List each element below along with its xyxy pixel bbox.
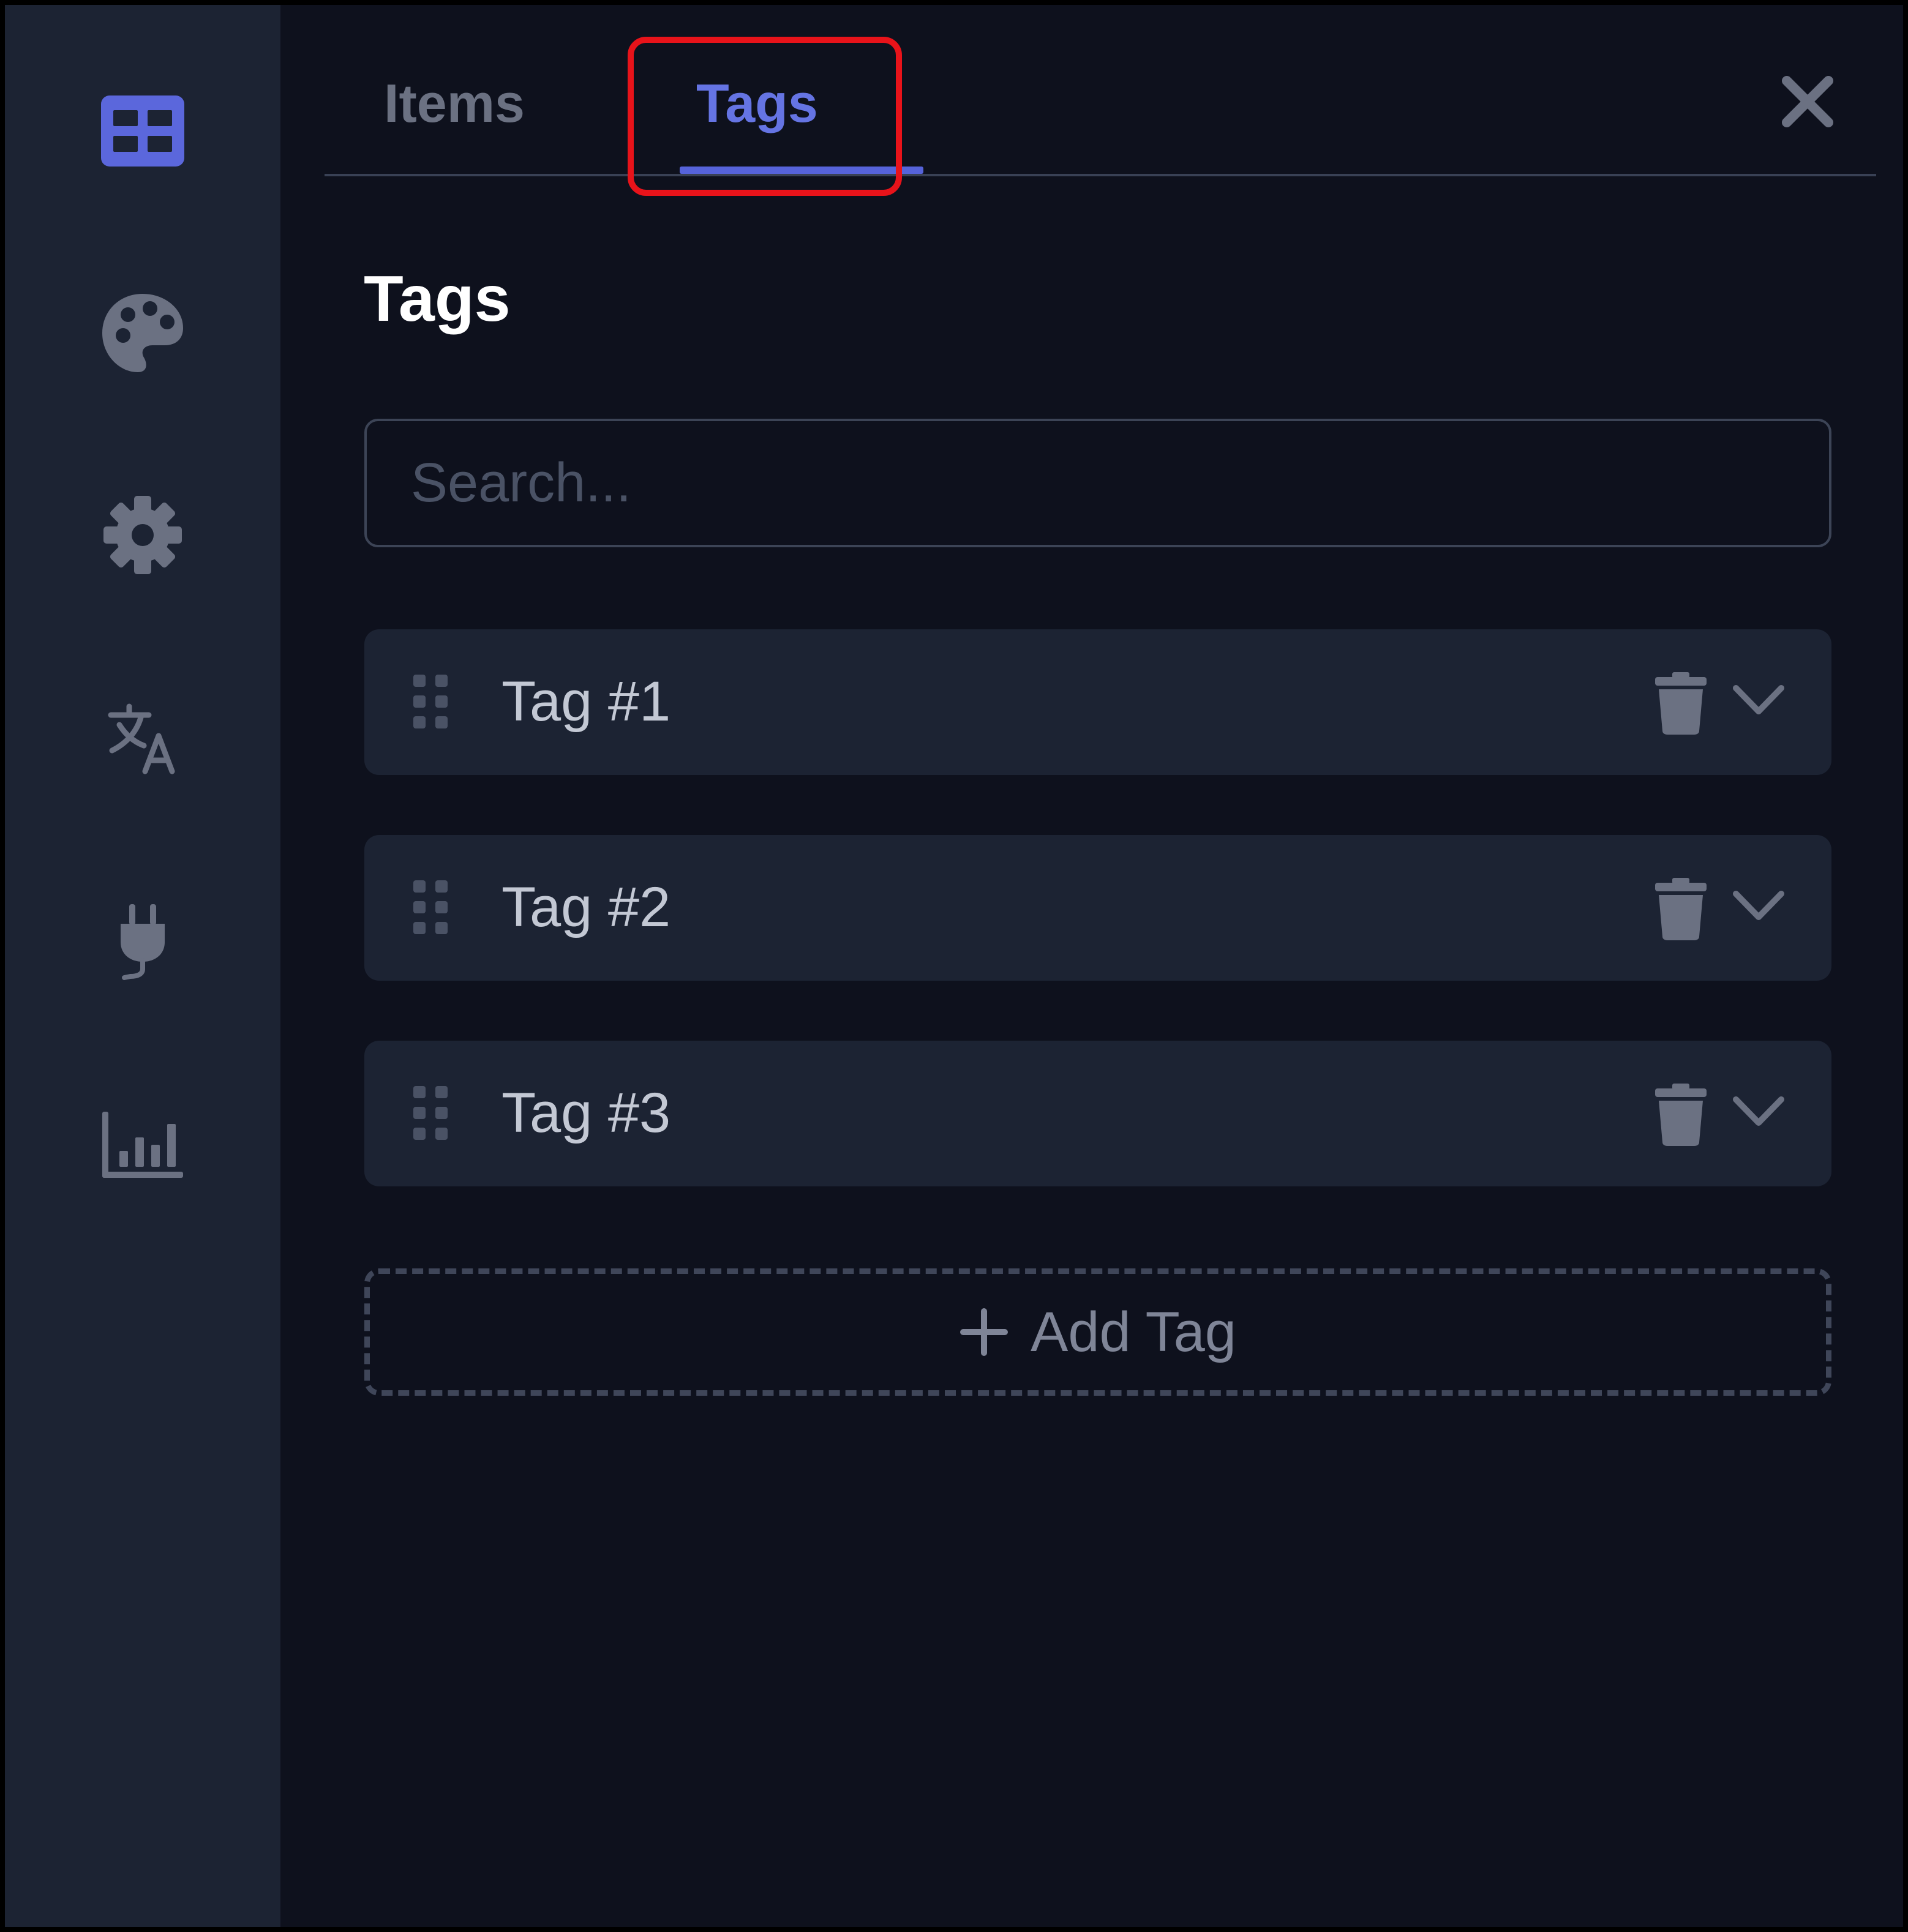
trash-icon xyxy=(1655,878,1707,940)
tag-row[interactable]: Tag #3 xyxy=(364,1041,1831,1186)
trash-icon xyxy=(1655,672,1707,735)
add-tag-button[interactable]: Add Tag xyxy=(364,1268,1831,1396)
search-input[interactable] xyxy=(364,419,1831,547)
tag-label: Tag #1 xyxy=(501,670,671,733)
plug-icon[interactable] xyxy=(100,899,186,984)
delete-tag-button[interactable] xyxy=(1650,1082,1711,1146)
chevron-down-icon xyxy=(1733,1096,1784,1126)
tag-row[interactable]: Tag #2 xyxy=(364,835,1831,981)
chart-icon[interactable] xyxy=(100,1101,186,1186)
grid-icon[interactable] xyxy=(100,88,186,174)
sidebar xyxy=(5,5,280,1927)
delete-tag-button[interactable] xyxy=(1650,877,1711,940)
expand-chevron-button[interactable] xyxy=(1731,884,1786,927)
chevron-down-icon xyxy=(1733,891,1784,920)
expand-chevron-button[interactable] xyxy=(1731,1090,1786,1133)
expand-chevron-button[interactable] xyxy=(1731,678,1786,721)
section-title: Tags xyxy=(364,263,511,335)
tab-bar: Items Tags xyxy=(325,5,1876,176)
tab-tags[interactable]: Tags xyxy=(696,72,818,135)
tag-label: Tag #2 xyxy=(501,876,671,938)
chevron-down-icon xyxy=(1733,685,1784,714)
close-icon xyxy=(1782,76,1833,127)
trash-icon xyxy=(1655,1084,1707,1146)
drag-handle-icon[interactable] xyxy=(411,671,450,732)
palette-icon[interactable] xyxy=(100,290,186,376)
tab-items[interactable]: Items xyxy=(384,72,525,135)
drag-handle-icon[interactable] xyxy=(411,877,450,938)
tag-row[interactable]: Tag #1 xyxy=(364,629,1831,775)
delete-tag-button[interactable] xyxy=(1650,671,1711,735)
gear-icon[interactable] xyxy=(100,492,186,578)
plus-icon xyxy=(960,1308,1008,1356)
add-tag-label: Add Tag xyxy=(1031,1300,1236,1363)
app-window: Items Tags Tags Search... Tag #1 Tag #2 … xyxy=(5,5,1903,1927)
tags-panel: Items Tags Tags Search... Tag #1 Tag #2 … xyxy=(280,5,1903,1927)
tag-label: Tag #3 xyxy=(501,1082,671,1144)
close-button[interactable] xyxy=(1777,71,1838,132)
active-tab-indicator xyxy=(680,167,923,174)
translate-icon[interactable] xyxy=(100,697,186,782)
drag-handle-icon[interactable] xyxy=(411,1082,450,1144)
